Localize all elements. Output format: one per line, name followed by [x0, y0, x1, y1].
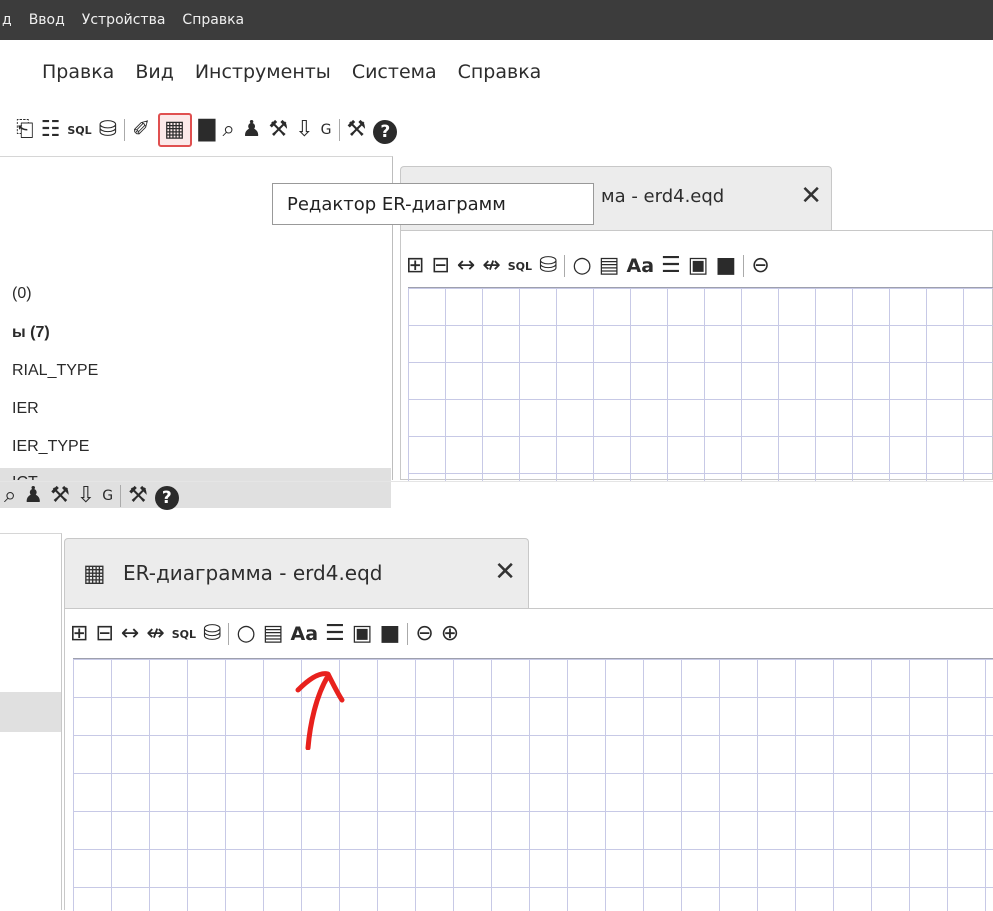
- wrench-icon[interactable]: ⚒: [128, 480, 148, 512]
- vm-menu-item-input[interactable]: Ввод: [29, 12, 65, 28]
- add-table-icon[interactable]: ⊞: [406, 250, 424, 282]
- app-menu-bar: Правка Вид Инструменты Система Справка: [0, 52, 562, 92]
- menu-item-system[interactable]: Система: [352, 61, 437, 83]
- zoom-out-icon[interactable]: ⊖: [415, 618, 433, 650]
- line-style-icon[interactable]: ☰: [661, 250, 681, 282]
- add-relation-icon[interactable]: ↔: [457, 250, 475, 282]
- red-arrow-annotation: [295, 671, 345, 750]
- remove-table-icon[interactable]: ⊟: [95, 618, 113, 650]
- background-color-icon[interactable]: ▣: [688, 250, 709, 282]
- er-diagram-canvas[interactable]: [408, 287, 993, 481]
- sql-export-icon[interactable]: SQL: [67, 114, 91, 146]
- import-icon[interactable]: ⇩: [295, 114, 313, 146]
- erd-toolbar: ⊞ ⊟ ↔ ↮ SQL ⛁ ○ ▤ Aa ☰ ▣ ■ ⊖: [406, 246, 770, 286]
- vm-menu-item-devices[interactable]: Устройства: [82, 12, 166, 28]
- close-icon[interactable]: ✕: [800, 181, 822, 211]
- font-icon[interactable]: Aa: [290, 618, 318, 650]
- tree-item[interactable]: IER_TYPE: [12, 438, 89, 456]
- tree-item[interactable]: (0): [12, 285, 32, 303]
- zoom-out-icon[interactable]: ⊖: [751, 250, 769, 282]
- remove-relation-icon[interactable]: ↮: [482, 250, 500, 282]
- remove-relation-icon[interactable]: ↮: [146, 618, 164, 650]
- erd-toolbar: ⊞ ⊟ ↔ ↮ SQL ⛁ ○ ▤ Aa ☰ ▣ ■ ⊖ ⊕: [70, 612, 466, 656]
- database-icon[interactable]: ☷: [41, 114, 61, 146]
- background-color-icon[interactable]: ▣: [352, 618, 373, 650]
- reverse-engineer-icon[interactable]: ⛁: [539, 250, 557, 282]
- er-diagram-editor-button[interactable]: ▦: [157, 113, 192, 147]
- menu-item-view[interactable]: Вид: [135, 61, 174, 83]
- db-compare-icon[interactable]: ⛁: [99, 114, 117, 146]
- help-icon[interactable]: ?: [154, 486, 179, 510]
- main-toolbar-cropped: ⌕ ♟ ⚒ ⇩ G ⚒ ?: [0, 474, 186, 518]
- reverse-engineer-icon[interactable]: ⛁: [203, 618, 221, 650]
- users-icon[interactable]: ♟: [23, 480, 43, 512]
- tree-item[interactable]: RIAL_TYPE: [12, 362, 98, 380]
- tab-er-diagram[interactable]: ▦ ER-диаграмма - erd4.eqd ✕: [64, 538, 529, 608]
- vm-menu-item-view[interactable]: д: [2, 12, 12, 28]
- tree-selection-highlight: [0, 692, 61, 732]
- toolbar-separator: [120, 485, 122, 507]
- menu-item-help[interactable]: Справка: [458, 61, 542, 83]
- add-relation-icon[interactable]: ↔: [121, 618, 139, 650]
- fill-color-icon[interactable]: ■: [716, 250, 737, 282]
- toolbar-separator: [228, 623, 230, 645]
- er-diagram-canvas[interactable]: [73, 658, 993, 911]
- tab-title: ма - erd4.eqd: [601, 186, 725, 207]
- object-tree-panel-cropped: [0, 533, 62, 910]
- main-toolbar: ⎗ ☷ SQL ⛁ ✐ ▦ ▇ ⌕ ♟ ⚒ ⇩ G ⚒ ?: [0, 110, 404, 150]
- toolbar-separator: [124, 119, 126, 141]
- tree-item-selected[interactable]: ы (7): [12, 324, 50, 342]
- close-icon[interactable]: ✕: [494, 557, 516, 587]
- generator-icon[interactable]: G: [321, 114, 332, 146]
- vm-menu-bar: д Ввод Устройства Справка: [0, 0, 993, 40]
- search-icon[interactable]: ⌕: [4, 480, 16, 512]
- comment-icon[interactable]: ○: [572, 250, 591, 282]
- sql-generate-icon[interactable]: SQL: [172, 618, 196, 650]
- menu-item-edit[interactable]: Правка: [42, 61, 114, 83]
- sql-generate-icon[interactable]: SQL: [508, 250, 532, 282]
- font-icon[interactable]: Aa: [626, 250, 654, 282]
- query-editor-icon[interactable]: ✐: [132, 114, 150, 146]
- comment-icon[interactable]: ○: [236, 618, 255, 650]
- zoom-in-icon[interactable]: ⊕: [441, 618, 459, 650]
- search-icon[interactable]: ⌕: [222, 114, 234, 146]
- tab-title: ER-диаграмма - erd4.eqd: [123, 561, 383, 585]
- toolbar-separator: [338, 119, 340, 141]
- title-icon[interactable]: ▤: [263, 618, 284, 650]
- import-icon[interactable]: ⇩: [77, 480, 95, 512]
- title-icon[interactable]: ▤: [599, 250, 620, 282]
- help-icon[interactable]: ?: [373, 120, 398, 144]
- export-icon[interactable]: ⎗: [16, 114, 34, 146]
- remove-table-icon[interactable]: ⊟: [431, 250, 449, 282]
- toolbar-separator: [564, 255, 566, 277]
- line-style-icon[interactable]: ☰: [325, 618, 345, 650]
- tooltip: Редактор ER-диаграмм: [272, 183, 594, 225]
- fill-color-icon[interactable]: ■: [380, 618, 401, 650]
- wrench-icon[interactable]: ⚒: [347, 114, 367, 146]
- menu-item-tools[interactable]: Инструменты: [195, 61, 331, 83]
- er-diagram-icon: ▦: [83, 559, 106, 587]
- chart-icon[interactable]: ▇: [199, 114, 216, 146]
- users-icon[interactable]: ♟: [242, 114, 262, 146]
- grants-icon[interactable]: ⚒: [269, 114, 289, 146]
- generator-icon[interactable]: G: [102, 480, 113, 512]
- tree-item[interactable]: IER: [12, 400, 39, 418]
- toolbar-separator: [743, 255, 745, 277]
- toolbar-separator: [407, 623, 409, 645]
- grants-icon[interactable]: ⚒: [50, 480, 70, 512]
- add-table-icon[interactable]: ⊞: [70, 618, 88, 650]
- vm-menu-item-help[interactable]: Справка: [182, 12, 244, 28]
